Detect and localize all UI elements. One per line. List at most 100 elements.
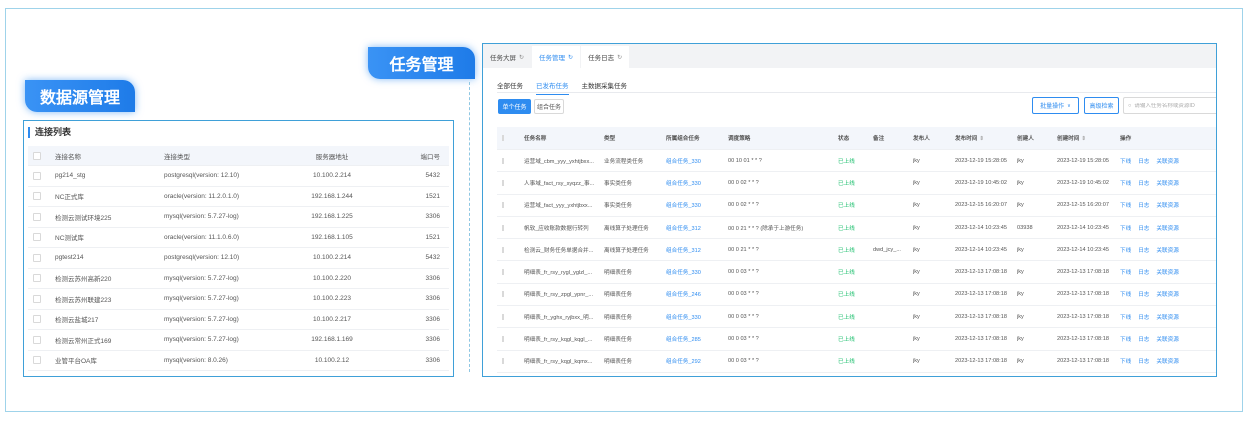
offline-link[interactable]: 下线	[1120, 268, 1131, 276]
group-task-link[interactable]: 组合任务_312	[666, 224, 728, 232]
group-task-link[interactable]: 组合任务_246	[666, 290, 728, 298]
log-link[interactable]: 日志	[1138, 201, 1149, 209]
table-row[interactable]: NC正式库 oracle(version: 11.2.0.1.0) 192.168.…	[28, 187, 449, 207]
select-all-checkbox[interactable]	[33, 151, 41, 160]
offline-link[interactable]: 下线	[1120, 157, 1131, 165]
row-checkbox[interactable]	[502, 358, 504, 365]
row-checkbox[interactable]	[502, 157, 504, 164]
refresh-icon[interactable]: ↻	[568, 54, 573, 61]
select-all-checkbox[interactable]	[502, 135, 504, 141]
log-link[interactable]: 日志	[1138, 313, 1149, 321]
col-publish-time[interactable]: 发布时间 ⇕	[955, 134, 1017, 142]
task-search-box[interactable]: ○	[1123, 97, 1216, 114]
table-row[interactable]: pgtest214 postgresql(version: 12.10) 10.10…	[28, 248, 449, 269]
offline-link[interactable]: 下线	[1120, 290, 1131, 298]
row-checkbox[interactable]	[502, 313, 504, 320]
row-checkbox[interactable]	[502, 291, 504, 298]
offline-link[interactable]: 下线	[1120, 313, 1131, 321]
log-link[interactable]: 日志	[1138, 179, 1149, 187]
table-row[interactable]: 明细表_fr_rsy_kqgl_kqgl_... 明细表任务 组合任务_285 00 …	[497, 328, 1216, 351]
sort-icon[interactable]: ⇕	[979, 136, 984, 142]
group-task-link[interactable]: 组合任务_330	[666, 201, 728, 209]
table-row[interactable]: 运营域_fact_yyy_yxhtjbxx... 事实类任务 组合任务_330 00 …	[497, 195, 1216, 217]
row-checkbox[interactable]	[502, 269, 504, 276]
log-link[interactable]: 日志	[1138, 357, 1149, 365]
row-checkbox[interactable]	[33, 171, 41, 180]
table-row[interactable]: 检测云盐城217 mysql(version: 5.7.27-log) 10.100…	[28, 310, 449, 330]
table-row[interactable]: 明细表_fr_rsy_rygl_yglzl_... 明细表任务 组合任务_330 00…	[497, 261, 1216, 284]
offline-link[interactable]: 下线	[1120, 201, 1131, 209]
sort-icon[interactable]: ⇕	[1081, 136, 1086, 142]
table-row[interactable]: 人事域_fact_rsy_syqzz_事... 事实类任务 组合任务_330 00 0…	[497, 172, 1216, 195]
table-row[interactable]: 运营域_cbm_yyy_yxhtjbxx... 业务流程类任务 组合任务_330 00…	[497, 150, 1216, 173]
log-link[interactable]: 日志	[1138, 335, 1149, 343]
group-task-link[interactable]: 组合任务_330	[666, 157, 728, 165]
log-link[interactable]: 日志	[1138, 246, 1149, 254]
log-link[interactable]: 日志	[1138, 157, 1149, 165]
row-checkbox[interactable]	[502, 246, 504, 253]
related-resource-link[interactable]: 关联资源	[1156, 268, 1178, 276]
table-row[interactable]: 检测云测试环境225 mysql(version: 5.7.27-log) 192.…	[28, 207, 449, 228]
offline-link[interactable]: 下线	[1120, 246, 1131, 254]
single-task-button[interactable]: 单个任务	[498, 99, 531, 114]
col-create-time[interactable]: 创建时间 ⇕	[1057, 134, 1120, 142]
row-checkbox[interactable]	[502, 224, 504, 231]
table-row[interactable]: 明细表_fr_rsy_kqgl_kqmx... 明细表任务 组合任务_292 00 0…	[497, 351, 1216, 373]
row-checkbox[interactable]	[502, 202, 504, 209]
refresh-icon[interactable]: ↻	[519, 54, 524, 61]
group-task-button[interactable]: 组合任务	[534, 99, 564, 114]
row-checkbox[interactable]	[33, 233, 41, 242]
group-task-link[interactable]: 组合任务_312	[666, 246, 728, 254]
related-resource-link[interactable]: 关联资源	[1156, 290, 1178, 298]
group-task-link[interactable]: 组合任务_292	[666, 357, 728, 365]
log-link[interactable]: 日志	[1138, 290, 1149, 298]
related-resource-link[interactable]: 关联资源	[1156, 335, 1178, 343]
row-checkbox[interactable]	[33, 192, 41, 201]
advanced-search-button[interactable]: 高级检索	[1084, 97, 1119, 114]
tab-task-management[interactable]: 任务管理 ↻	[532, 46, 581, 68]
batch-operation-button[interactable]: 批量操作 ∨	[1032, 97, 1079, 114]
refresh-icon[interactable]: ↻	[617, 54, 622, 61]
offline-link[interactable]: 下线	[1120, 357, 1131, 365]
table-row[interactable]: 明细表_fr_rsy_zpgl_ypnr_... 明细表任务 组合任务_246 00 …	[497, 284, 1216, 307]
table-row[interactable]: 检测云_财务任务单据合并... 离线算子处理任务 组合任务_312 00 0 21 *…	[497, 239, 1216, 262]
offline-link[interactable]: 下线	[1120, 335, 1131, 343]
table-row[interactable]: 业管平台OA库 mysql(version: 8.0.26) 10.100.2.12…	[28, 351, 449, 371]
row-checkbox[interactable]	[502, 179, 504, 186]
row-checkbox[interactable]	[33, 294, 41, 303]
row-checkbox[interactable]	[33, 315, 41, 324]
row-checkbox[interactable]	[33, 212, 41, 221]
related-resource-link[interactable]: 关联资源	[1156, 357, 1178, 365]
related-resource-link[interactable]: 关联资源	[1156, 179, 1178, 187]
table-row[interactable]: 检测云常州正式169 mysql(version: 5.7.27-log) 192.…	[28, 330, 449, 351]
log-link[interactable]: 日志	[1138, 224, 1149, 232]
col-operations: 操作	[1120, 136, 1132, 142]
table-row[interactable]: NC测试库 oracle(version: 11.1.0.6.0) 192.168.…	[28, 228, 449, 248]
tab-task-log[interactable]: 任务日志 ↻	[581, 46, 630, 68]
table-row[interactable]: pg214_stg postgresql(version: 12.10) 10.10…	[28, 166, 449, 187]
row-checkbox[interactable]	[33, 356, 41, 365]
group-task-link[interactable]: 组合任务_330	[666, 268, 728, 276]
group-task-link[interactable]: 组合任务_330	[666, 313, 728, 321]
row-checkbox[interactable]	[33, 274, 41, 283]
row-checkbox[interactable]	[33, 253, 41, 262]
table-row[interactable]: 明细表_fr_yghx_ryjbxx_明... 明细表任务 组合任务_330 00 0…	[497, 306, 1216, 329]
related-resource-link[interactable]: 关联资源	[1156, 224, 1178, 232]
col-type: 类型	[604, 136, 616, 142]
tab-task-dashboard[interactable]: 任务大屏 ↻	[483, 46, 531, 68]
related-resource-link[interactable]: 关联资源	[1156, 246, 1178, 254]
log-link[interactable]: 日志	[1138, 268, 1149, 276]
row-checkbox[interactable]	[502, 336, 504, 343]
table-row[interactable]: 检测云苏州联建223 mysql(version: 5.7.27-log) 10.1…	[28, 289, 449, 310]
related-resource-link[interactable]: 关联资源	[1156, 313, 1178, 321]
related-resource-link[interactable]: 关联资源	[1156, 201, 1178, 209]
related-resource-link[interactable]: 关联资源	[1156, 157, 1178, 165]
table-row[interactable]: 帆软_应收账款数据行转列 离线算子处理任务 组合任务_312 00 0 21 * * …	[497, 217, 1216, 240]
group-task-link[interactable]: 组合任务_330	[666, 179, 728, 187]
row-checkbox[interactable]	[33, 335, 41, 344]
offline-link[interactable]: 下线	[1120, 179, 1131, 187]
offline-link[interactable]: 下线	[1120, 224, 1131, 232]
group-task-link[interactable]: 组合任务_285	[666, 335, 728, 343]
task-search-input[interactable]	[1134, 102, 1205, 109]
table-row[interactable]: 检测云苏州高新220 mysql(version: 5.7.27-log) 10.1…	[28, 269, 449, 289]
